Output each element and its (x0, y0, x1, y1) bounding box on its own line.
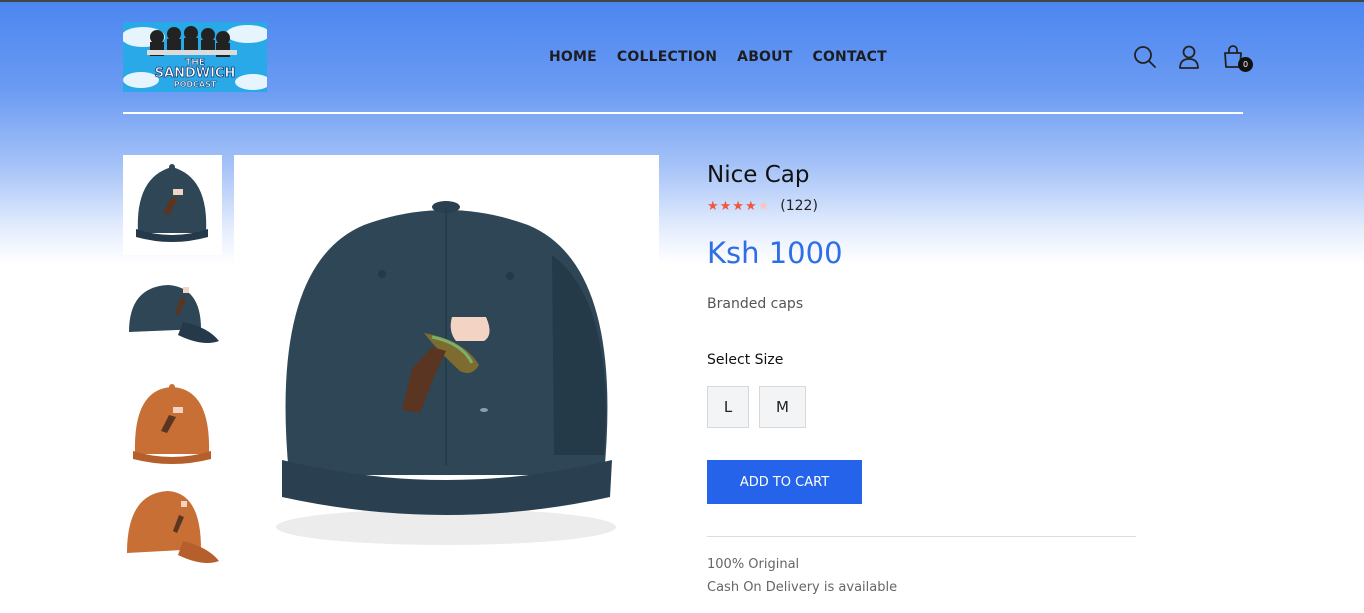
star-empty-icon: ★ (757, 198, 771, 214)
size-label: Select Size (707, 352, 784, 368)
rating-count: (122) (780, 198, 818, 214)
cart-icon[interactable]: 0 (1221, 44, 1253, 72)
svg-text:SANDWICH: SANDWICH (155, 66, 236, 81)
header-divider (123, 112, 1243, 114)
note-cod: Cash On Delivery is available (707, 580, 898, 595)
product-description: Branded caps (707, 296, 804, 312)
product-price: Ksh 1000 (707, 236, 843, 270)
header-icons: 0 (1133, 44, 1253, 72)
cart-count-badge: 0 (1238, 57, 1253, 72)
nav-home[interactable]: HOME (549, 49, 597, 65)
svg-text:PODCAST: PODCAST (174, 80, 217, 89)
info-divider (707, 536, 1136, 537)
product-title: Nice Cap (707, 162, 810, 188)
nav-about[interactable]: ABOUT (737, 49, 792, 65)
search-icon[interactable] (1133, 44, 1157, 70)
add-to-cart-button[interactable]: ADD TO CART (707, 460, 862, 504)
thumbnail-navy-front[interactable] (123, 155, 222, 255)
thumbnail-orange-front[interactable] (123, 379, 222, 479)
nav-collection[interactable]: COLLECTION (617, 49, 717, 65)
main-product-image (234, 155, 659, 575)
size-option-m[interactable]: M (759, 386, 806, 428)
logo[interactable]: THE SANDWICH PODCAST (121, 22, 271, 92)
thumbnail-navy-side[interactable] (123, 267, 222, 367)
star-icon: ★★★★ (707, 198, 758, 214)
user-icon[interactable] (1177, 44, 1201, 70)
thumbnail-orange-side[interactable] (123, 491, 222, 591)
size-option-l[interactable]: L (707, 386, 749, 428)
product-info: Nice Cap ★★★★★ (122) Ksh 1000 Branded ca… (707, 162, 1137, 595)
main-nav: HOME COLLECTION ABOUT CONTACT (549, 49, 887, 65)
note-original: 100% Original (707, 557, 800, 572)
site-header: THE SANDWICH PODCAST HOME COLLECTION ABO… (121, 22, 1253, 114)
nav-contact[interactable]: CONTACT (812, 49, 886, 65)
size-options: L M (707, 386, 1137, 428)
rating-stars: ★★★★★ (707, 199, 770, 214)
thumbnail-list (123, 155, 222, 603)
product-rating: ★★★★★ (122) (707, 198, 1137, 214)
